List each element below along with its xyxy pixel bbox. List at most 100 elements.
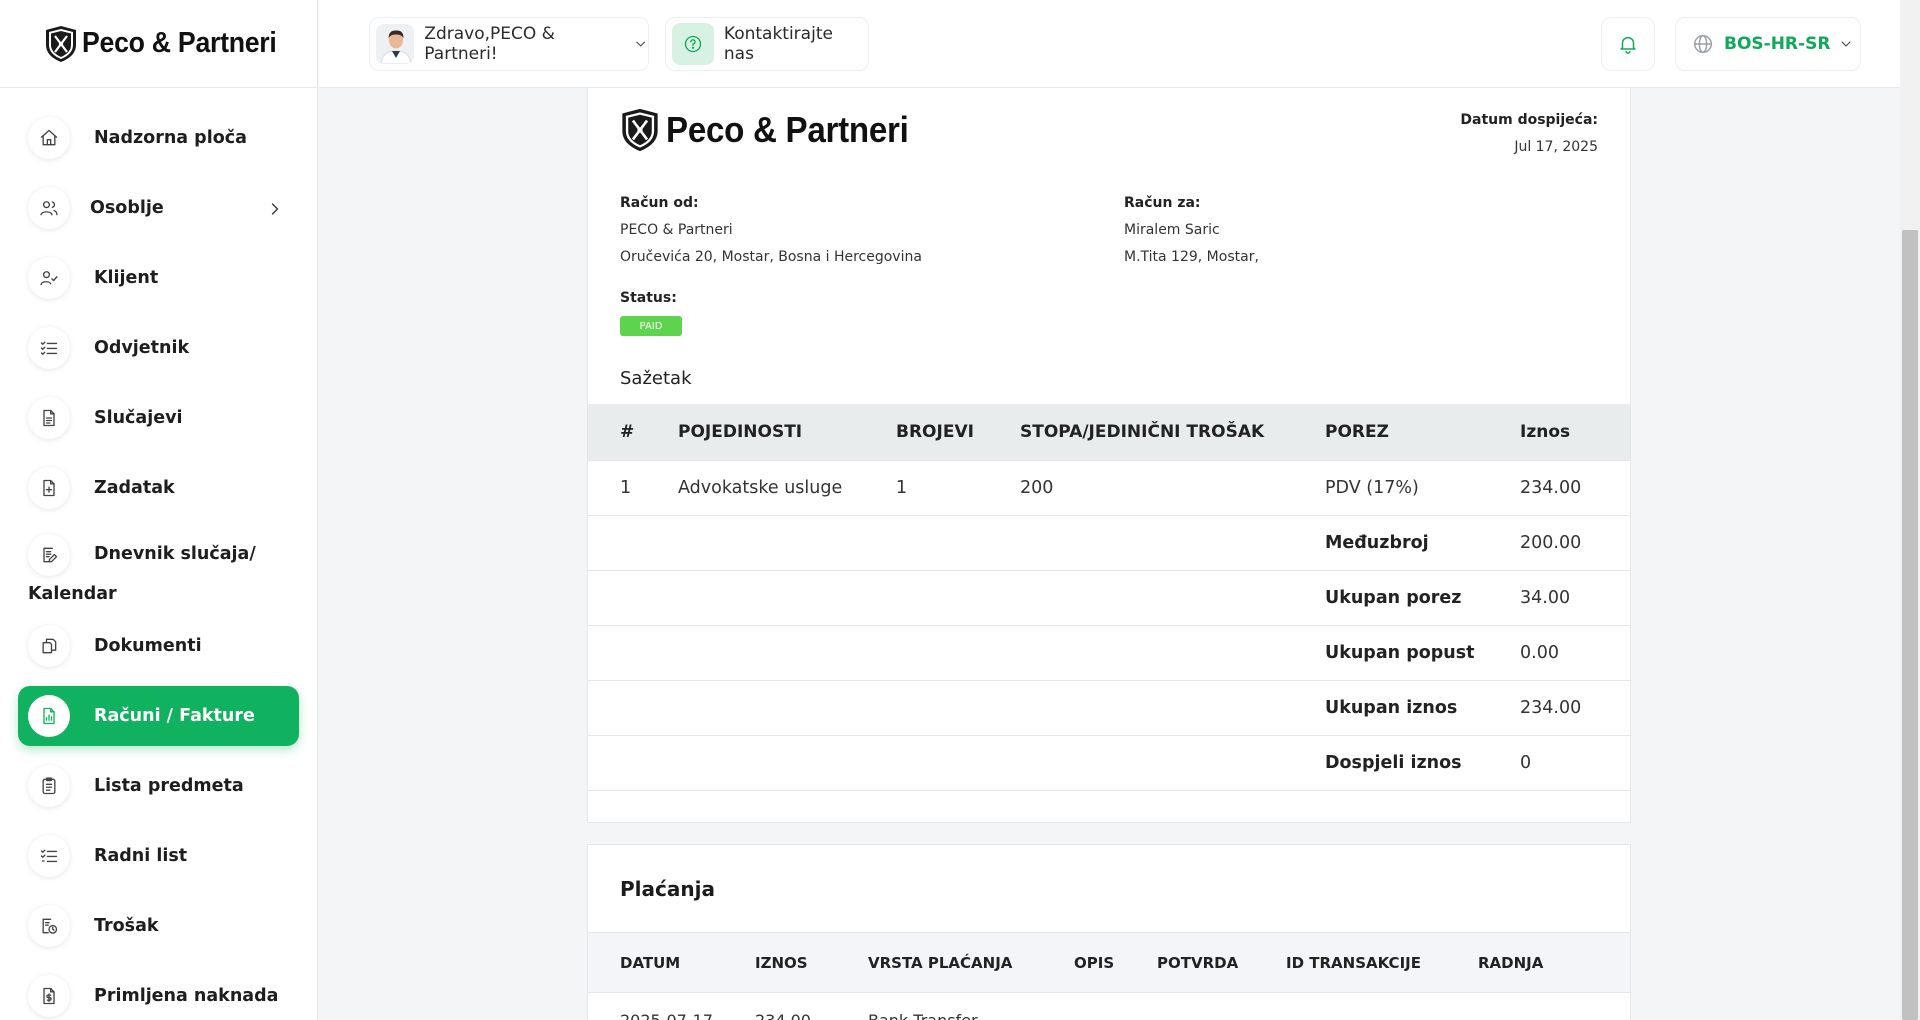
sidebar-item-label-line2: Kalendar — [28, 584, 117, 604]
sidebar-item-label: Radni list — [94, 846, 188, 866]
column-header: Iznos — [1520, 404, 1630, 460]
cell-tax: PDV (17%) — [1325, 459, 1520, 515]
top-header: Zdravo,PECO & Partneri! Kontaktirajte na… — [319, 0, 1920, 88]
payments-title: Plaćanja — [620, 877, 715, 901]
column-header: POTVRDA — [1157, 932, 1286, 993]
sidebar-item-label: Odvjetnik — [94, 338, 190, 358]
sidebar-item-expense[interactable]: Trošak — [18, 896, 299, 956]
total-label: Dospjeli iznos — [1325, 734, 1520, 790]
sidebar-item-task[interactable]: Zadatak — [18, 458, 299, 518]
total-label: Ukupan iznos — [1325, 679, 1520, 735]
sidebar-item-label: Osoblje — [90, 198, 164, 218]
scrollbar-thumb[interactable] — [1902, 230, 1918, 1020]
sidebar-item-documents[interactable]: Dokumenti — [18, 616, 299, 676]
invoice-brand-name: Peco & Partneri — [666, 109, 909, 150]
language-selector[interactable]: BOS-HR-SR — [1675, 17, 1861, 71]
sidebar-item-label: Zadatak — [94, 478, 175, 498]
sidebar-item-label: Klijent — [94, 268, 159, 288]
total-value: 0.00 — [1520, 624, 1630, 680]
column-header: # — [588, 404, 678, 460]
column-header: VRSTA PLAĆANJA — [868, 932, 1074, 993]
cell-transaction-id: --- — [1286, 993, 1478, 1020]
sidebar-item-case-list[interactable]: Lista predmeta — [18, 756, 299, 816]
payments-table: DATUM IZNOS VRSTA PLAĆANJA OPIS POTVRDA … — [588, 932, 1630, 1020]
avatar — [376, 24, 415, 64]
user-greeting: Zdravo,PECO & Partneri! — [424, 24, 555, 64]
sidebar-item-label: Primljena naknada — [94, 986, 279, 1006]
column-header: OPIS — [1074, 932, 1157, 993]
totals-row: Ukupan popust 0.00 — [588, 624, 1630, 680]
due-date-block: Datum dospijeća: Jul 17, 2025 — [1460, 112, 1598, 155]
table-row: 2025-07-17 234.00 Bank Transfer --- --- … — [588, 993, 1630, 1020]
total-value: 34.00 — [1520, 569, 1630, 625]
cell-receipt: --- — [1157, 993, 1286, 1020]
sidebar-item-label: Dokumenti — [94, 636, 202, 656]
invoice-to-label: Račun za: — [1124, 195, 1201, 211]
sidebar-item-invoices[interactable]: Računi / Fakture — [18, 686, 299, 746]
cell-amount: 234.00 — [755, 993, 868, 1020]
clipboard-pen-icon — [43, 547, 58, 563]
column-header: STOPA/JEDINIČNI TROŠAK — [1020, 404, 1325, 460]
column-header: DATUM — [588, 932, 755, 993]
invoice-to-name: Miralem Saric — [1124, 222, 1220, 238]
sidebar-item-label: Računi / Fakture — [94, 706, 255, 726]
column-header: POREZ — [1325, 404, 1520, 460]
chevron-right-icon[interactable] — [265, 199, 285, 219]
users-icon — [40, 201, 58, 216]
table-header-row: DATUM IZNOS VRSTA PLAĆANJA OPIS POTVRDA … — [588, 932, 1630, 993]
table-spacer-row — [588, 789, 1630, 821]
user-menu[interactable]: Zdravo,PECO & Partneri! — [369, 17, 649, 71]
cell-date: 2025-07-17 — [588, 993, 755, 1020]
sidebar-item-label: Trošak — [94, 916, 159, 936]
list-icon — [40, 849, 58, 863]
notifications-button[interactable] — [1601, 17, 1655, 71]
bell-icon — [1620, 36, 1636, 54]
globe-icon — [1694, 35, 1712, 53]
sidebar-item-label: Dnevnik slučaja/ — [94, 544, 256, 564]
page-scrollbar[interactable] — [1900, 0, 1920, 1020]
list-check-icon — [40, 341, 58, 355]
invoice-items-table: # POJEDINOSTI BROJEVI STOPA/JEDINIČNI TR… — [588, 404, 1630, 821]
help-circle-icon — [684, 35, 702, 53]
cell-qty: 1 — [896, 459, 1020, 515]
cell-rate: 200 — [1020, 459, 1325, 515]
home-icon — [40, 129, 58, 146]
invoice-from-label: Račun od: — [620, 195, 699, 211]
sidebar-item-label: Slučajevi — [94, 408, 183, 428]
total-label: Međuzbroj — [1325, 514, 1520, 570]
invoice-chart-icon — [43, 707, 55, 725]
invoice-to: Račun za: Miralem Saric M.Tita 129, Most… — [1124, 190, 1259, 271]
sidebar-item-cases[interactable]: Slučajevi — [18, 388, 299, 448]
brand-logo[interactable]: Peco & Partneri — [0, 0, 317, 88]
totals-row: Dospjeli iznos 0 — [588, 734, 1630, 790]
column-header: IZNOS — [755, 932, 868, 993]
cell-action[interactable] — [1478, 993, 1630, 1020]
sidebar-item-case-log[interactable]: Dnevnik slučaja/ Kalendar — [18, 528, 299, 608]
sidebar-item-fee-received[interactable]: Primljena naknada — [18, 966, 299, 1020]
receipt-clock-icon — [42, 918, 58, 934]
payments-card: Plaćanja DATUM IZNOS VRSTA PLAĆANJA OPIS… — [587, 844, 1631, 1020]
chevron-down-icon — [1841, 41, 1851, 47]
sidebar-item-client[interactable]: Klijent — [18, 248, 299, 308]
sidebar-item-staff[interactable]: Osoblje — [18, 178, 299, 238]
clipboard-list-icon — [42, 777, 56, 795]
copy-icon — [42, 638, 57, 654]
sidebar-item-label: Lista predmeta — [94, 776, 244, 796]
sidebar-item-lawyer[interactable]: Odvjetnik — [18, 318, 299, 378]
sidebar-item-worksheet[interactable]: Radni list — [18, 826, 299, 886]
sidebar-item-dashboard[interactable]: Nadzorna ploča — [18, 108, 299, 168]
brand-name: Peco & Partneri — [82, 27, 277, 59]
language-label: BOS-HR-SR — [1724, 34, 1831, 54]
total-label: Ukupan porez — [1325, 569, 1520, 625]
total-label: Ukupan popust — [1325, 624, 1520, 680]
status-badge: PAID — [620, 316, 682, 336]
contact-us-button[interactable]: Kontaktirajte nas — [665, 17, 869, 71]
file-plus-icon — [43, 479, 55, 497]
total-value: 234.00 — [1520, 679, 1630, 735]
due-date-label: Datum dospijeća: — [1460, 112, 1598, 128]
table-row: 1 Advokatske usluge 1 200 PDV (17%) 234.… — [588, 459, 1630, 515]
totals-row: Ukupan iznos 234.00 — [588, 679, 1630, 735]
column-header: POJEDINOSTI — [678, 404, 896, 460]
sidebar: Peco & Partneri Nadzorna ploča Osoblje K… — [0, 0, 318, 1020]
totals-row: Ukupan porez 34.00 — [588, 569, 1630, 625]
